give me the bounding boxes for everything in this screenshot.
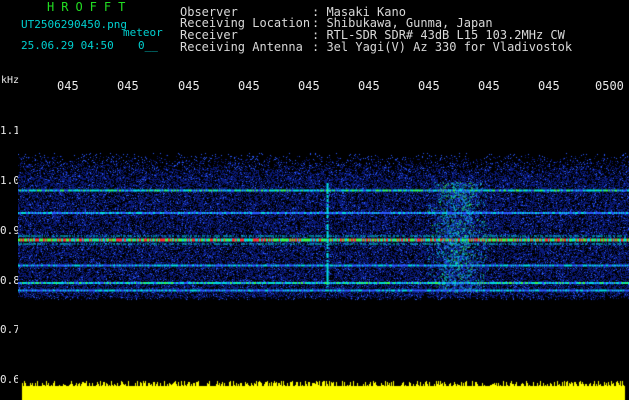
- y-tick: 0.7: [0, 323, 20, 336]
- time-tick: 045: [117, 79, 139, 93]
- spectrogram-plot: [18, 94, 629, 400]
- mode-label: meteor: [123, 26, 163, 39]
- y-tick: 0.6: [0, 373, 20, 386]
- y-tick: 0.9: [0, 224, 20, 237]
- time-tick: 045: [478, 79, 500, 93]
- time-tick: 0500: [595, 79, 624, 93]
- time-tick: 045: [418, 79, 440, 93]
- time-tick: 045: [57, 79, 79, 93]
- info-value-antenna: : 3el Yagi(V) Az 330 for Vladivostok: [312, 40, 573, 54]
- time-tick: 045: [178, 79, 200, 93]
- time-tick: 045: [298, 79, 320, 93]
- file-name: UT2506290450.png: [21, 18, 127, 31]
- y-axis-unit: kHz: [1, 75, 20, 86]
- timestamp: 25.06.29 04:50: [21, 39, 114, 52]
- y-tick: 1.0: [0, 174, 20, 187]
- time-tick: 045: [358, 79, 380, 93]
- y-tick: 1.1: [0, 124, 20, 137]
- info-label-antenna: Receiving Antenna: [180, 40, 303, 54]
- y-tick: 0.8: [0, 274, 20, 287]
- time-tick: 045: [538, 79, 560, 93]
- time-tick: 045: [238, 79, 260, 93]
- app-title: HROFFT: [47, 0, 133, 14]
- counter: 0__: [138, 39, 158, 52]
